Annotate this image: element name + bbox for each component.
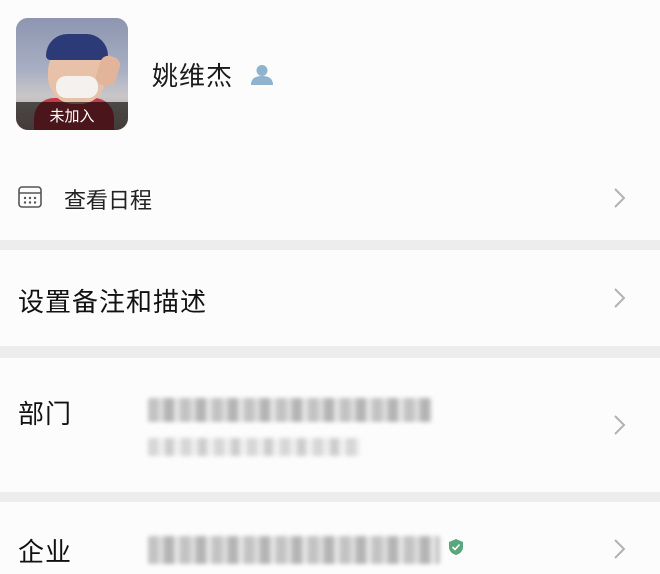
contact-name: 姚维杰 — [152, 62, 234, 92]
avatar-hair — [46, 34, 108, 60]
view-schedule-label: 查看日程 — [64, 189, 153, 214]
enterprise-row[interactable]: 企业 — [0, 502, 660, 574]
department-subtext-redacted — [148, 438, 360, 456]
department-row[interactable]: 部门 — [0, 358, 660, 492]
calendar-icon — [18, 186, 42, 208]
department-value-redacted — [148, 398, 432, 422]
chevron-right-icon — [614, 188, 626, 208]
user-icon — [251, 65, 273, 85]
view-schedule-row[interactable]: 查看日程 — [0, 158, 660, 238]
shield-check-icon — [449, 539, 463, 555]
chevron-right-icon — [614, 539, 626, 559]
set-remark-label: 设置备注和描述 — [18, 288, 208, 318]
chevron-right-icon — [614, 415, 626, 435]
set-remark-row[interactable]: 设置备注和描述 — [0, 250, 660, 346]
avatar[interactable]: 未加入 — [16, 18, 128, 130]
enterprise-value-redacted — [148, 536, 440, 564]
avatar-status-label: 未加入 — [16, 102, 128, 130]
chevron-right-icon — [614, 288, 626, 308]
avatar-mask — [56, 76, 98, 98]
enterprise-label: 企业 — [18, 538, 73, 568]
department-label: 部门 — [18, 400, 73, 430]
profile-section: 未加入 姚维杰 查看日程 — [0, 0, 660, 240]
